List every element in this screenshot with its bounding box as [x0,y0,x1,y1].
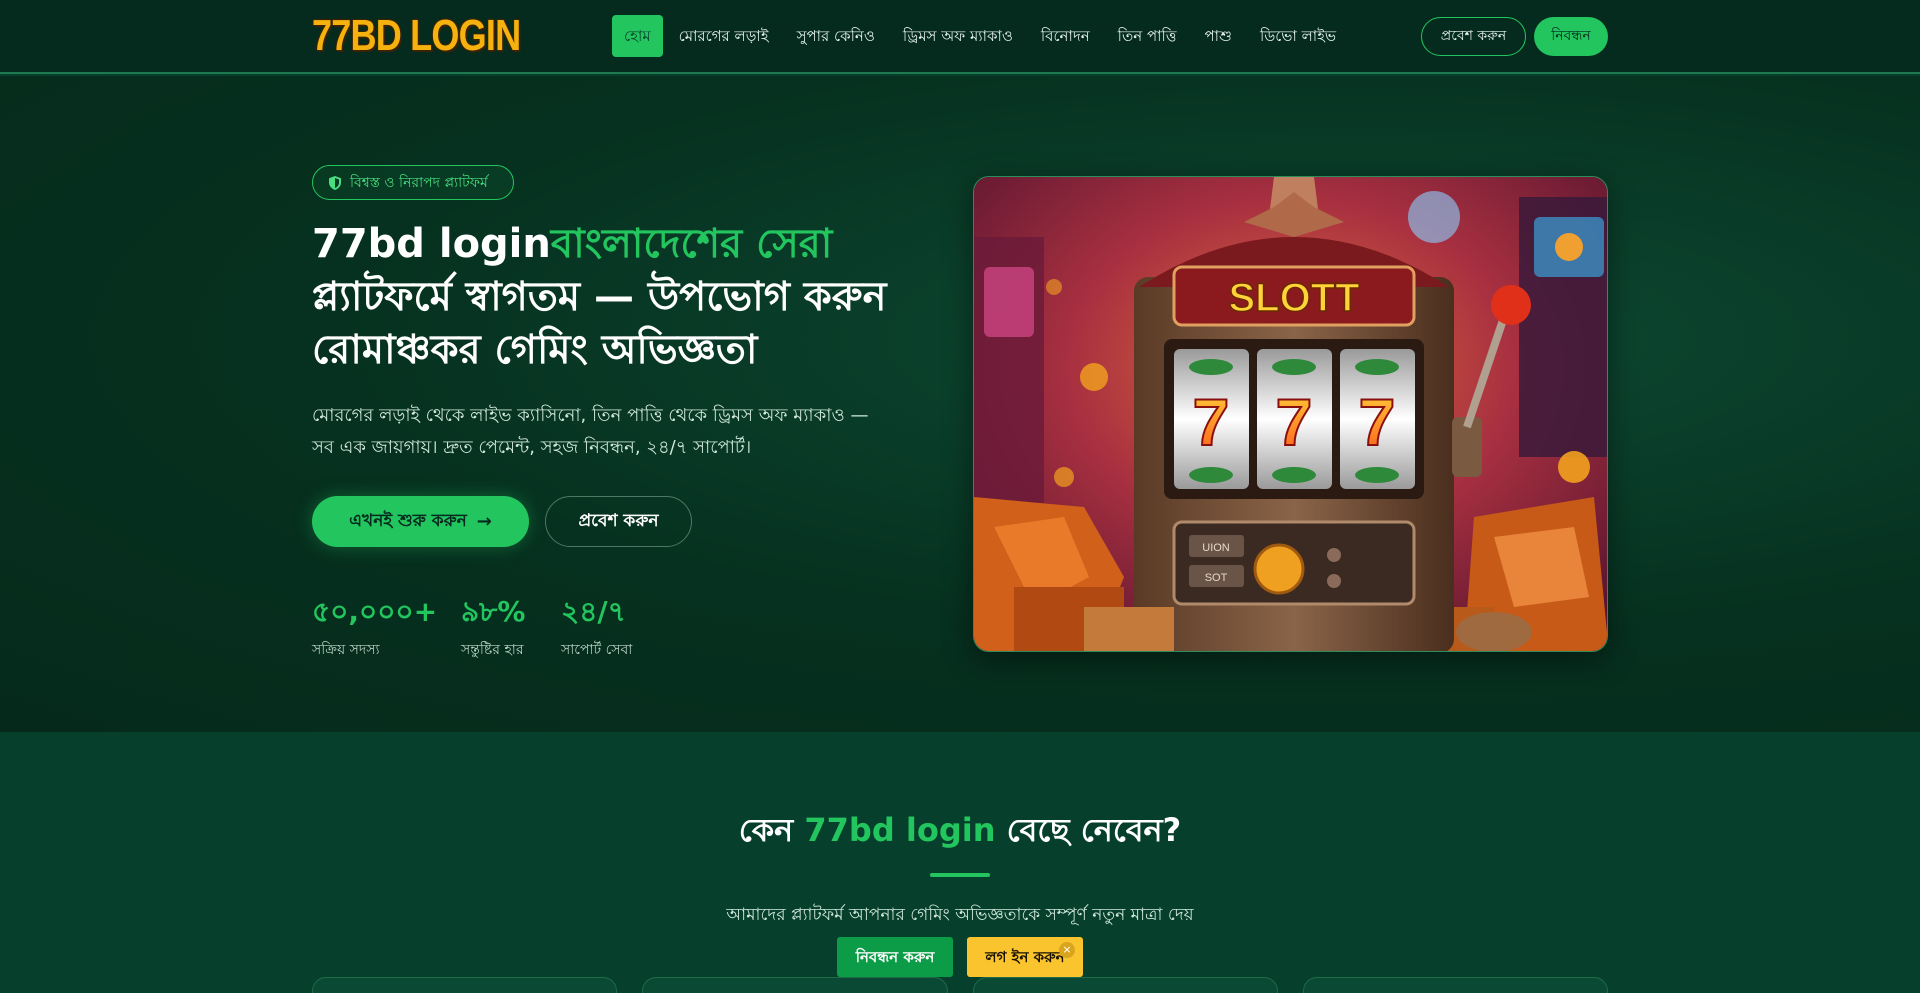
header-login-button[interactable]: প্রবেশ করুন [1421,17,1526,56]
hero-section [0,76,1920,732]
shield-icon [329,175,341,190]
why-title-prefix: কেন [738,811,805,849]
site-header: 77BD LOGIN হোম মোরগের লড়াই সুপার কেনিও … [0,0,1920,74]
nav-item-teen-patti[interactable]: তিন পাত্তি [1104,15,1191,57]
reel-seven-2: 7 [1276,385,1313,459]
close-icon[interactable]: × [1059,942,1075,958]
stat-value: ২৪/৭ [561,595,626,628]
stat-satisfaction: ৯৮% সন্তুষ্টির হার [461,592,525,662]
header-register-button[interactable]: নিবন্ধন [1534,17,1608,56]
stat-value: ৫০,০০০+ [312,595,438,628]
hero-login-button[interactable]: প্রবেশ করুন [545,496,692,547]
nav-item-home[interactable]: হোম [612,15,663,57]
stat-support: ২৪/৭ সাপোর্ট সেবা [561,592,632,662]
panel-label-1: UION [1202,542,1230,554]
feature-card [312,977,617,993]
why-title-suffix: বেছে নেবেন? [995,811,1182,849]
stat-members: ৫০,০০০+ সক্রিয় সদস্য [312,592,437,662]
why-title-accent: 77bd login [804,811,996,849]
slot-machine-art: SLOTT 7 7 7 UION SOT [974,177,1607,651]
feature-card [973,977,1278,993]
site-logo[interactable]: 77BD LOGIN [312,13,521,59]
reel-seven-3: 7 [1359,385,1396,459]
nav-item-entertainment[interactable]: বিনোদন [1027,15,1104,57]
why-title: কেন 77bd login বেছে নেবেন? [0,808,1920,852]
nav-item-cockfight[interactable]: মোরগের লড়াই [665,15,783,57]
reel-seven-1: 7 [1193,385,1230,459]
feature-card [1303,977,1608,993]
start-now-label: এখনই শুরু করুন [349,510,467,531]
main-nav: হোম মোরগের লড়াই সুপার কেনিও ড্রিমস অফ ম… [612,15,1350,57]
stat-label: সাপোর্ট সেবা [561,642,633,658]
trust-badge: বিশ্বস্ত ও নিরাপদ প্ল্যাটফর্ম [312,165,514,200]
hero-title-brand: 77bd login [312,221,551,267]
why-section [0,732,1920,993]
nav-item-dreams-of-macau[interactable]: ড্রিমস অফ ম্যাকাও [889,15,1027,57]
slot-machine-illustration: SLOTT 7 7 7 UION SOT [973,176,1608,652]
hero-description: মোরগের লড়াই থেকে লাইভ ক্যাসিনো, তিন পাত… [312,405,869,458]
stat-label: সন্তুষ্টির হার [461,642,524,658]
nav-item-super-keno[interactable]: সুপার কেনিও [783,15,889,57]
slot-sign-text: SLOTT [1228,276,1359,320]
start-now-button[interactable]: এখনই শুরু করুন → [312,496,529,547]
hero-title-accent: বাংলাদেশের সেরা [550,221,833,267]
trust-badge-label: বিশ্বস্ত ও নিরাপদ প্ল্যাটফর্ম [350,174,488,191]
hero-title-rest: প্ল্যাটফর্মে স্বাগতম — উপভোগ করুন রোমাঞ্… [312,274,887,373]
nav-item-divo-live[interactable]: ডিভো লাইভ [1246,15,1350,57]
stat-value: ৯৮% [461,595,526,628]
why-subtitle: আমাদের প্ল্যাটফর্ম আপনার গেমিং অভিজ্ঞতাক… [726,905,1194,925]
floating-register-button[interactable]: নিবন্ধন করুন [837,937,953,977]
panel-label-2: SOT [1205,572,1228,584]
hero-title: 77bd loginবাংলাদেশের সেরা প্ল্যাটফর্মে স্… [312,218,932,377]
feature-card [642,977,948,993]
title-underline [930,873,990,877]
arrow-right-icon: → [476,511,492,532]
nav-item-pashu[interactable]: পাশু [1191,15,1246,57]
stat-label: সক্রিয় সদস্য [312,642,380,658]
